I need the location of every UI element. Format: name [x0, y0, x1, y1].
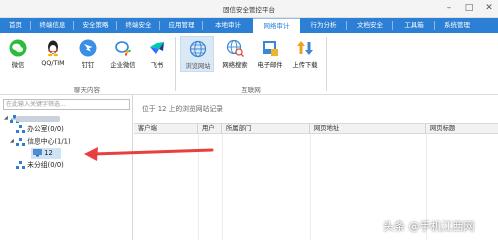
menu-terminal-info[interactable]: 终端信息 — [31, 18, 74, 33]
tool-label: 钉钉 — [81, 62, 95, 69]
column-divider — [222, 134, 223, 240]
tool-label: 电子邮件 — [257, 62, 283, 69]
tree-node-label: 信息中心(1/1) — [27, 137, 71, 146]
menu-behavior-analysis[interactable]: 行为分析 — [300, 18, 347, 33]
tool-qq[interactable]: QQ/TIM — [36, 36, 70, 72]
watermark-text: 头条 @手机江西网 — [383, 220, 475, 233]
group-icon — [16, 125, 25, 133]
records-title: 位于 12 上的浏览网站记录 — [142, 105, 223, 113]
records-table-header: 客户端 用户 所属部门 网页地址 网页标题 — [134, 123, 498, 134]
expand-arrow-icon: ◢ — [4, 115, 8, 121]
qq-penguin-icon — [48, 40, 58, 57]
tool-dingtalk[interactable]: 钉钉 — [71, 36, 105, 72]
tree-node-label: 未分组(0/0) — [27, 161, 64, 169]
feishu-icon — [150, 42, 164, 54]
tool-wechat[interactable]: 微信 — [1, 36, 35, 72]
computer-icon — [33, 149, 42, 157]
globe-search-icon — [226, 39, 244, 57]
tool-label: 网络搜索 — [222, 62, 248, 69]
globe-icon — [189, 40, 207, 58]
blurred-root-name — [16, 116, 60, 122]
column-divider — [198, 134, 199, 240]
tree-node-device[interactable]: 12 — [31, 148, 61, 159]
tool-label: 企业微信 — [110, 62, 136, 69]
tool-label: 飞书 — [150, 62, 164, 69]
tool-label: 上传下载 — [292, 62, 318, 69]
tool-upload-download[interactable]: 上传下载 — [288, 36, 322, 72]
tool-browse-websites[interactable]: 浏览网站 — [180, 36, 214, 72]
wechat-icon — [9, 39, 27, 57]
group-divider — [175, 37, 176, 91]
email-icon — [263, 41, 278, 56]
group-icon — [16, 137, 26, 146]
tool-label: 微信 — [11, 62, 25, 69]
ribbon-toolbar: 微信 QQ/TIM 钉钉 企业微信 飞书 聊天内容 浏览网站 网络搜索 电子邮件… — [0, 33, 498, 95]
tree-node-info-center[interactable]: ◢ 信息中心(1/1) — [10, 136, 71, 147]
title-bar: 固信安全管控平台 – □ ✕ — [0, 0, 498, 18]
column-page-title[interactable]: 网页标题 — [426, 124, 498, 134]
upload-download-icon — [297, 41, 313, 55]
maximize-icon[interactable]: □ — [462, 2, 476, 15]
column-divider — [310, 134, 311, 240]
tool-feishu[interactable]: 飞书 — [140, 36, 174, 72]
group-icon — [16, 161, 25, 169]
column-url[interactable]: 网页地址 — [310, 124, 426, 134]
wecom-icon — [115, 41, 131, 56]
tool-web-search[interactable]: 网络搜索 — [218, 36, 252, 72]
menu-toolbox[interactable]: 工具箱 — [393, 18, 435, 33]
tree-node-label: 办公室(0/0) — [27, 125, 64, 133]
column-department[interactable]: 所属部门 — [222, 124, 310, 134]
tool-label: 浏览网站 — [185, 63, 211, 70]
group-label-internet: 互联网 — [241, 86, 261, 94]
tree-node-label: 12 — [44, 149, 53, 157]
dingtalk-icon — [79, 39, 97, 57]
menu-network-audit[interactable]: 网络审计 — [253, 18, 300, 33]
menu-local-audit[interactable]: 本地审计 — [203, 18, 253, 33]
tree-node-ungrouped[interactable]: 未分组(0/0) — [16, 160, 64, 171]
tool-label: QQ/TIM — [41, 60, 65, 67]
close-icon[interactable]: ✕ — [482, 2, 496, 15]
menu-app-management[interactable]: 应用管理 — [160, 18, 203, 33]
group-label-chat: 聊天内容 — [74, 86, 100, 94]
menu-terminal-security[interactable]: 终端安全 — [117, 18, 160, 33]
expand-arrow-icon: ◢ — [10, 138, 14, 144]
tool-wecom[interactable]: 企业微信 — [106, 36, 140, 72]
main-menu: 首页 终端信息 安全策略 终端安全 应用管理 本地审计 网络审计 行为分析 文档… — [0, 18, 498, 33]
menu-security-policy[interactable]: 安全策略 — [74, 18, 117, 33]
window-title: 固信安全管控平台 — [223, 6, 275, 14]
column-client[interactable]: 客户端 — [134, 124, 198, 134]
tree-node-office[interactable]: 办公室(0/0) — [16, 124, 64, 135]
menu-document-security[interactable]: 文档安全 — [347, 18, 393, 33]
group-divider — [326, 37, 327, 91]
menu-home[interactable]: 首页 — [0, 18, 31, 33]
column-user[interactable]: 用户 — [198, 124, 222, 134]
menu-system-management[interactable]: 系统管理 — [435, 18, 479, 33]
tool-email[interactable]: 电子邮件 — [253, 36, 287, 72]
minimize-icon[interactable]: – — [442, 2, 456, 15]
tree-filter-input[interactable] — [3, 99, 130, 110]
